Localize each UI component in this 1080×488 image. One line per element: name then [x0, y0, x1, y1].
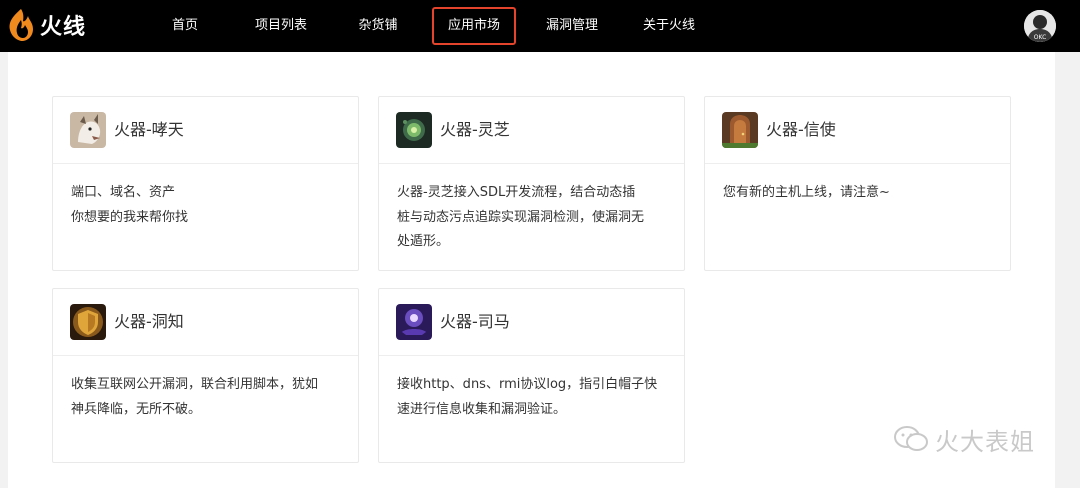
wechat-icon	[894, 426, 928, 451]
card-header: 火器-洞知	[53, 289, 358, 356]
card-title: 火器-灵芝	[440, 120, 510, 139]
app-card-xiaotian[interactable]: 火器-哮天 端口、域名、资产 你想要的我来帮你找	[52, 96, 359, 271]
dog-icon	[70, 112, 106, 148]
card-description: 接收http、dns、rmi协议log，指引白帽子快 速进行信息收集和漏洞验证。	[379, 356, 684, 422]
avatar-label: OKC	[1034, 34, 1047, 41]
card-header: 火器-信使	[705, 97, 1010, 164]
lamp-icon	[396, 304, 432, 340]
user-avatar-icon: OKC	[1024, 10, 1056, 42]
nav-item-app-market[interactable]: 应用市场	[432, 7, 516, 45]
nav-item-vuln-management[interactable]: 漏洞管理	[540, 7, 604, 45]
card-desc-line: 处遁形。	[397, 234, 450, 249]
top-nav-bar: 火线 首页 项目列表 杂货铺 应用市场 漏洞管理 关于火线 OKC	[0, 0, 1080, 52]
card-title: 火器-信使	[766, 120, 836, 139]
card-description: 火器-灵芝接入SDL开发流程，结合动态插 桩与动态污点追踪实现漏洞检测，使漏洞无…	[379, 164, 684, 255]
card-desc-line: 接收http、dns、rmi协议log，指引白帽子快	[397, 377, 658, 392]
card-desc-line: 收集互联网公开漏洞，联合利用脚本，犹如	[71, 377, 319, 392]
card-title: 火器-洞知	[114, 312, 184, 331]
card-title: 火器-哮天	[114, 120, 184, 139]
card-desc-line: 火器-灵芝接入SDL开发流程，结合动态插	[397, 185, 636, 200]
card-title: 火器-司马	[440, 312, 510, 331]
mushroom-icon	[396, 112, 432, 148]
app-card-lingzhi[interactable]: 火器-灵芝 火器-灵芝接入SDL开发流程，结合动态插 桩与动态污点追踪实现漏洞检…	[378, 96, 685, 271]
card-desc-line: 您有新的主机上线，请注意~	[723, 185, 890, 200]
flame-logo-icon	[9, 9, 33, 41]
user-avatar[interactable]: OKC	[1024, 10, 1056, 42]
card-description: 端口、域名、资产 你想要的我来帮你找	[53, 164, 358, 230]
app-card-dongzhi[interactable]: 火器-洞知 收集互联网公开漏洞，联合利用脚本，犹如 神兵降临，无所不破。	[52, 288, 359, 463]
app-card-sima[interactable]: 火器-司马 接收http、dns、rmi协议log，指引白帽子快 速进行信息收集…	[378, 288, 685, 463]
card-desc-line: 速进行信息收集和漏洞验证。	[397, 401, 567, 417]
nav-item-project-list[interactable]: 项目列表	[247, 7, 315, 45]
card-description: 您有新的主机上线，请注意~	[705, 164, 1010, 206]
nav-item-about[interactable]: 关于火线	[636, 7, 702, 45]
shield-icon	[70, 304, 106, 340]
logo-text: 火线	[40, 15, 87, 40]
card-header: 火器-哮天	[53, 97, 358, 164]
card-header: 火器-司马	[379, 289, 684, 356]
door-icon	[722, 112, 758, 148]
card-desc-line: 端口、域名、资产	[71, 185, 176, 200]
card-header: 火器-灵芝	[379, 97, 684, 164]
watermark-text: 火大表姐	[935, 427, 1035, 456]
card-desc-line: 神兵降临，无所不破。	[71, 401, 202, 417]
app-card-xinshi[interactable]: 火器-信使 您有新的主机上线，请注意~	[704, 96, 1011, 271]
card-description: 收集互联网公开漏洞，联合利用脚本，犹如 神兵降临，无所不破。	[53, 356, 358, 422]
nav-item-home[interactable]: 首页	[163, 7, 207, 45]
nav-item-grocery[interactable]: 杂货铺	[352, 7, 404, 45]
watermark: 火大表姐	[893, 422, 1035, 456]
card-desc-line: 你想要的我来帮你找	[71, 209, 189, 225]
logo[interactable]: 火线	[8, 8, 86, 42]
card-desc-line: 桩与动态污点追踪实现漏洞检测，使漏洞无	[397, 209, 645, 225]
